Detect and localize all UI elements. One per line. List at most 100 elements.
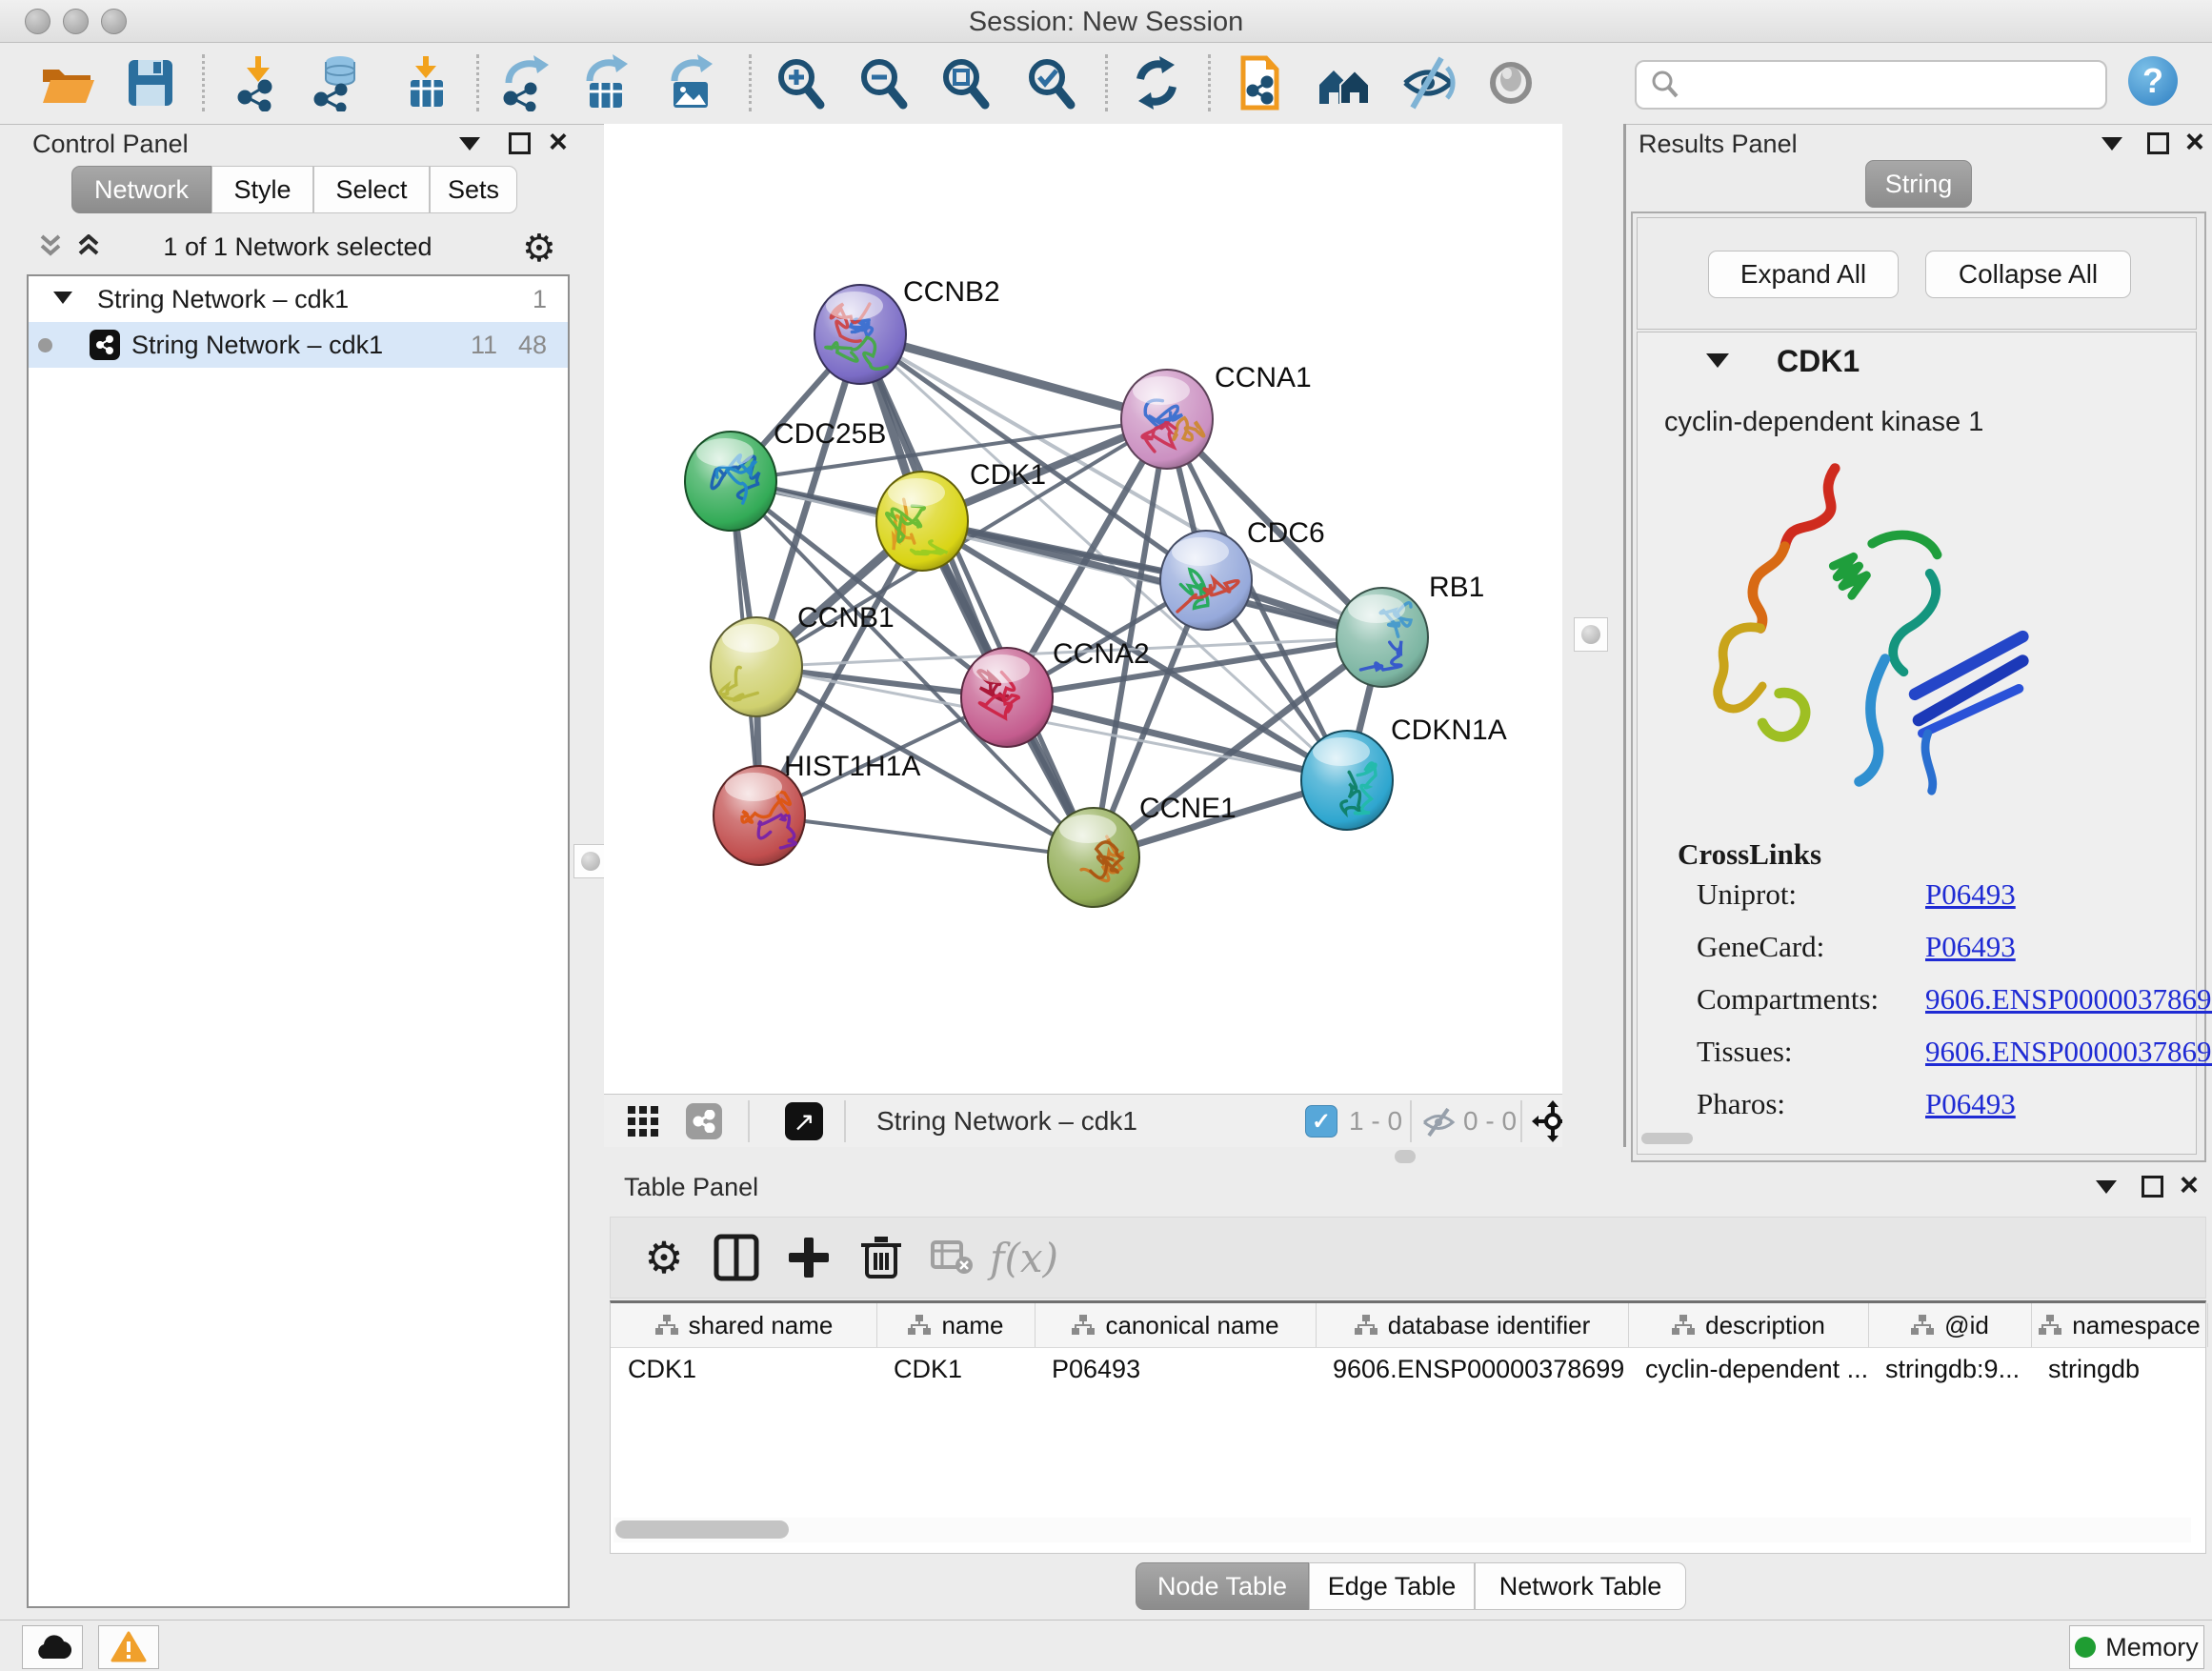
help-button[interactable]: ? [2128, 56, 2178, 106]
node-CCNE1[interactable] [1048, 808, 1139, 907]
share-session-file-button[interactable] [1229, 52, 1290, 113]
zoom-in-button[interactable] [770, 52, 831, 113]
save-session-button[interactable] [120, 52, 181, 113]
import-network-database-button[interactable] [308, 52, 369, 113]
memory-button[interactable]: Memory [2069, 1625, 2204, 1669]
table-hscrollbar[interactable] [613, 1518, 2191, 1542]
crosslink-link[interactable]: P06493 [1925, 1087, 2016, 1121]
panel-menu-icon[interactable] [459, 137, 480, 151]
cell-canonical-name[interactable]: P06493 [1035, 1347, 1316, 1391]
column-header-shared-name[interactable]: shared name [611, 1303, 877, 1347]
node-CDKN1A[interactable] [1301, 731, 1393, 830]
network-row[interactable]: String Network – cdk1 11 48 [29, 322, 568, 368]
cell-database-identifier[interactable]: 9606.ENSP00000378699 [1316, 1347, 1628, 1391]
column-header-name[interactable]: name [876, 1303, 1036, 1347]
zoom-fit-button[interactable] [935, 52, 995, 113]
right-splitter-handle[interactable] [1574, 617, 1608, 652]
gene-collapse-icon[interactable] [1706, 353, 1729, 368]
crosslink-link[interactable]: 9606.ENSP00000378699 [1925, 1035, 2212, 1069]
function-builder-button-disabled: f(x) [994, 1227, 1055, 1288]
cell-namespace[interactable]: stringdb [2031, 1347, 2207, 1391]
node-CDC6[interactable] [1160, 531, 1252, 630]
cell-description[interactable]: cyclin-dependent ... [1628, 1347, 1868, 1391]
birdseye-grid-button[interactable] [627, 1105, 659, 1137]
hidden-eye-slash-icon[interactable] [1421, 1107, 1456, 1137]
table-hscrollbar-thumb[interactable] [615, 1520, 789, 1539]
network-graph[interactable]: CCNB2CCNA1CDC25BCDK1CDC6RB1CCNB1CCNA2CDK… [604, 124, 1562, 1094]
crosslink-link[interactable]: P06493 [1925, 877, 2016, 912]
tab-sets[interactable]: Sets [430, 166, 517, 213]
export-image-button[interactable] [661, 52, 722, 113]
horizontal-splitter-handle[interactable] [1395, 1150, 1416, 1163]
panel-menu-icon[interactable] [2096, 1180, 2117, 1194]
show-eye-button[interactable] [1480, 52, 1541, 113]
node-CDK1[interactable] [876, 472, 968, 571]
open-session-button[interactable] [36, 52, 97, 113]
search-input[interactable] [1684, 70, 2105, 101]
hide-unhide-button[interactable] [1398, 52, 1458, 113]
cloud-status-button[interactable] [22, 1625, 83, 1669]
node-CCNB2[interactable] [814, 285, 906, 384]
export-network-button[interactable] [495, 52, 556, 113]
panel-close-icon[interactable]: × [2180, 1176, 2199, 1195]
left-splitter-handle[interactable] [573, 844, 608, 878]
panel-float-icon[interactable] [509, 132, 531, 154]
table-options-gear-icon[interactable]: ⚙ [633, 1227, 694, 1288]
export-table-button[interactable] [576, 52, 637, 113]
table-header-row: shared namenamecanonical namedatabase id… [611, 1303, 2205, 1348]
column-header-namespace[interactable]: namespace [2031, 1303, 2208, 1347]
open-in-window-button[interactable]: ↗ [785, 1102, 823, 1140]
warning-status-button[interactable] [98, 1625, 159, 1669]
column-header-description[interactable]: description [1628, 1303, 1869, 1347]
tab-network[interactable]: Network [71, 166, 211, 213]
edge-HIST1H1A-CCNE1[interactable] [759, 815, 1094, 857]
tab-select[interactable]: Select [313, 166, 430, 213]
collection-expand-icon[interactable] [53, 292, 72, 304]
column-header-canonical-name[interactable]: canonical name [1035, 1303, 1317, 1347]
memory-label: Memory [2105, 1633, 2199, 1662]
show-columns-button[interactable] [706, 1227, 767, 1288]
node-CDC25B[interactable] [685, 432, 776, 531]
cell--id[interactable]: stringdb:9... [1868, 1347, 2031, 1391]
card-scrollbar-thumb[interactable] [1641, 1133, 1693, 1144]
delete-column-button[interactable] [851, 1227, 912, 1288]
expand-all-button[interactable]: Expand All [1708, 251, 1899, 298]
panel-float-icon[interactable] [2147, 132, 2169, 154]
node-CCNA1[interactable] [1121, 370, 1213, 469]
cell-name[interactable]: CDK1 [876, 1347, 1035, 1391]
table-data-row[interactable]: CDK1CDK1P064939606.ENSP00000378699cyclin… [611, 1347, 2205, 1391]
tab-node-table[interactable]: Node Table [1136, 1562, 1309, 1610]
collapse-all-button[interactable]: Collapse All [1925, 251, 2131, 298]
tab-style[interactable]: Style [211, 166, 313, 213]
cell-shared-name[interactable]: CDK1 [611, 1347, 876, 1391]
panel-float-icon[interactable] [2142, 1176, 2163, 1198]
network-share-button[interactable] [686, 1103, 722, 1139]
column-header-database-identifier[interactable]: database identifier [1316, 1303, 1629, 1347]
crosslink-link[interactable]: 9606.ENSP00000378699 [1925, 982, 2212, 1017]
panel-menu-icon[interactable] [2101, 137, 2122, 151]
tab-edge-table[interactable]: Edge Table [1309, 1562, 1475, 1610]
import-table-file-button[interactable] [395, 52, 456, 113]
node-RB1[interactable] [1337, 588, 1428, 687]
network-canvas[interactable]: CCNB2CCNA1CDC25BCDK1CDC6RB1CCNB1CCNA2CDK… [604, 124, 1562, 1094]
tab-string[interactable]: String [1865, 160, 1972, 208]
home-networks-button[interactable] [1314, 52, 1375, 113]
panel-close-icon[interactable]: × [549, 132, 568, 151]
import-network-file-button[interactable] [228, 52, 289, 113]
tab-network-table[interactable]: Network Table [1475, 1562, 1686, 1610]
results-panel: Results Panel × String Expand All Collap… [1625, 124, 2212, 1158]
toolbar-separator [1410, 1100, 1412, 1142]
zoom-out-button[interactable] [853, 52, 914, 113]
zoom-selected-button[interactable] [1020, 52, 1081, 113]
network-collection-row[interactable]: String Network – cdk1 1 [29, 276, 568, 322]
node-CCNA2[interactable] [961, 648, 1053, 747]
network-options-gear-icon[interactable]: ⚙ [522, 227, 556, 271]
node-table[interactable]: shared namenamecanonical namedatabase id… [610, 1300, 2206, 1554]
column-header--id[interactable]: @id [1868, 1303, 2032, 1347]
create-column-button[interactable] [778, 1227, 839, 1288]
selected-checkbox-icon[interactable]: ✓ [1305, 1105, 1337, 1137]
refresh-view-button[interactable] [1126, 52, 1187, 113]
panel-close-icon[interactable]: × [2185, 132, 2204, 151]
node-CCNB1[interactable] [711, 617, 802, 716]
crosslink-link[interactable]: P06493 [1925, 930, 2016, 964]
